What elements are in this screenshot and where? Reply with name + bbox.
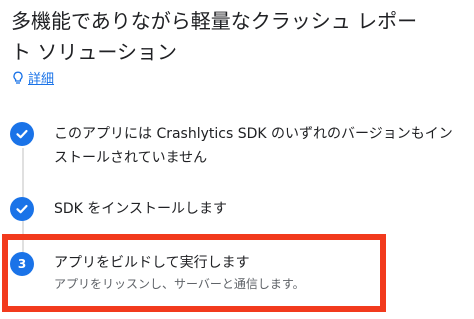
step-3-number: 3 [17,257,27,271]
step-2-label: SDK をインストールします [54,201,228,217]
step-1-check-icon [10,122,34,146]
step-3-label: アプリをビルドして実行します [54,255,250,271]
step-3-sublabel: アプリをリッスンし、サーバーと通信します。 [54,277,305,291]
step-3-number-badge: 3 [10,252,34,276]
lightbulb-icon [12,71,24,85]
details-link-label[interactable]: 詳細 [28,68,54,87]
details-link[interactable]: 詳細 [12,68,54,87]
step-2-check-icon [10,197,34,221]
page-title: 多機能でありながら軽量なクラッシュ レポート ソリューション [11,9,418,64]
step-1-label: このアプリには Crashlytics SDK のいずれのバージョンもインストー… [54,126,453,166]
